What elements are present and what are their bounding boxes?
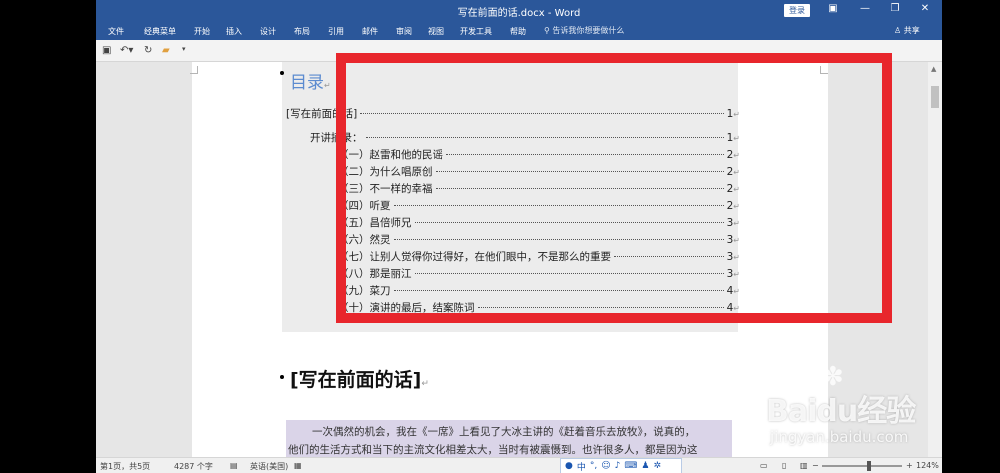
skin-icon[interactable]: ♟ [641,461,649,471]
tab-layout[interactable]: 布局 [294,26,310,37]
toc-heading-text: 目录 [290,73,324,93]
section-heading[interactable]: [写在前面的话]↵ [290,365,429,392]
left-letterbox [0,0,96,473]
highlight-annotation-box [336,53,892,323]
zoom-slider[interactable] [822,465,902,467]
word-count[interactable]: 4287 个字 [174,461,213,472]
paragraph-bullet [280,71,284,75]
save-icon[interactable]: ▣ [102,45,111,56]
ribbon-display-icon[interactable]: ▣ [826,3,840,14]
proofing-icon[interactable]: ▤ [230,461,238,470]
page-count[interactable]: 第1页，共5页 [100,461,150,472]
tab-references[interactable]: 引用 [328,26,344,37]
ime-toolbar[interactable]: ● 中 °, ☺ ♪ ⌨ ♟ ✲ [560,458,682,473]
baidu-watermark: ✽ Baidu经验 jingyan.baidu.com [760,362,940,462]
tell-me-text: 告诉我你想要做什么 [552,26,625,35]
keyboard-icon[interactable]: ⌨ [624,461,637,471]
paragraph-line: 他们的生活方式和当下的主流文化相差太大，当时有被震慑到。也许很多人，都是因为这 [288,444,698,456]
tab-help[interactable]: 帮助 [510,26,526,37]
tab-design[interactable]: 设计 [260,26,276,37]
share-button[interactable]: ♙ 共享 [894,25,920,36]
tab-view[interactable]: 视图 [428,26,444,37]
read-mode-icon[interactable]: ▭ [760,461,768,470]
punctuation-icon[interactable]: °, [590,461,597,471]
customize-icon[interactable]: ▾ [182,45,186,53]
tab-insert[interactable]: 插入 [226,26,242,37]
toc-heading: 目录↵ [290,73,331,93]
close-icon[interactable]: ✕ [918,3,932,14]
paragraph-line: 一次偶然的机会，我在《一席》上看见了大冰主讲的《赶着音乐去放牧》，说真的， [312,426,696,438]
zoom-level[interactable]: 124% [916,461,939,470]
section-heading-text: [写在前面的话] [290,369,422,391]
print-layout-icon[interactable]: ▯ [782,461,786,470]
restore-icon[interactable]: ❐ [888,3,902,14]
tab-mailings[interactable]: 邮件 [362,26,378,37]
share-label: 共享 [903,26,920,35]
zoom-in-icon[interactable]: + [906,461,913,470]
login-button[interactable]: 登录 [784,4,810,17]
title-bar: 写在前面的话.docx - Word 登录 ▣ — ❐ ✕ [96,0,942,20]
tab-home[interactable]: 开始 [194,26,210,37]
language[interactable]: 英语(美国) [250,461,288,472]
ime-mode-label[interactable]: 中 [577,460,586,473]
web-layout-icon[interactable]: ▥ [800,461,808,470]
tab-developer[interactable]: 开发工具 [460,26,492,37]
voice-icon[interactable]: ♪ [615,461,621,471]
scroll-thumb[interactable] [931,86,939,108]
paragraph-bullet [280,375,284,379]
right-letterbox [942,0,1000,473]
zoom-slider-knob[interactable] [867,461,871,471]
open-folder-icon[interactable]: ▰ [162,45,170,56]
watermark-url: jingyan.baidu.com [770,428,909,446]
tab-classic-menu[interactable]: 经典菜单 [144,26,176,37]
ime-logo-icon: ● [565,461,573,471]
macro-icon[interactable]: ▦ [294,461,302,470]
ribbon-tabs: 文件 经典菜单 开始 插入 设计 布局 引用 邮件 审阅 视图 开发工具 帮助 … [96,20,942,40]
settings-icon[interactable]: ✲ [653,461,661,471]
tab-file[interactable]: 文件 [108,26,124,37]
redo-icon[interactable]: ↻ [144,45,152,56]
margin-corner-mark [190,66,198,74]
tab-review[interactable]: 审阅 [396,26,412,37]
undo-icon[interactable]: ↶▾ [120,45,133,56]
zoom-out-icon[interactable]: − [812,461,819,470]
person-icon: ♙ [894,26,904,35]
tell-me-search[interactable]: ⚲ 告诉我你想要做什么 [544,25,624,36]
scroll-up-icon[interactable]: ▲ [931,65,936,73]
window-title: 写在前面的话.docx - Word [457,8,581,19]
highlighted-paragraph[interactable]: 一次偶然的机会，我在《一席》上看见了大冰主讲的《赶着音乐去放牧》，说真的， 他们… [286,420,732,458]
watermark-brand: Baidu经验 [766,394,916,429]
emoji-icon[interactable]: ☺ [601,461,610,471]
minimize-icon[interactable]: — [858,3,872,14]
